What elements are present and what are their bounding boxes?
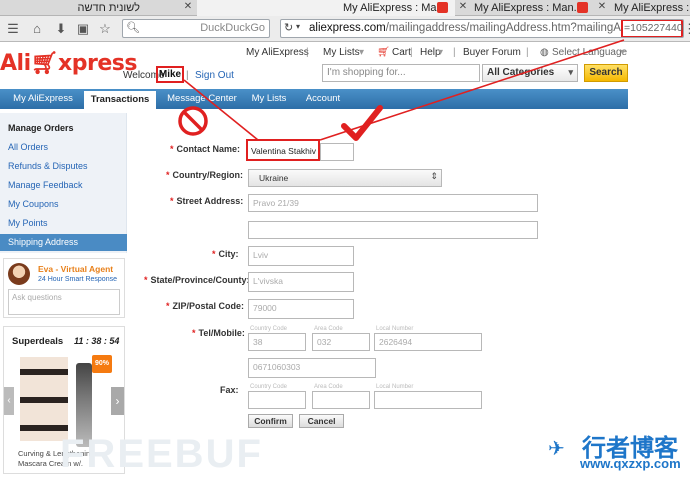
checkmark-icon <box>341 105 383 141</box>
forbidden-icon <box>178 106 208 136</box>
annotation-line-user <box>183 79 259 141</box>
annotation-overlay <box>178 39 625 141</box>
blog-url-watermark: www.qxzxp.com <box>580 456 681 471</box>
bird-logo-icon: ✈ <box>548 438 565 460</box>
